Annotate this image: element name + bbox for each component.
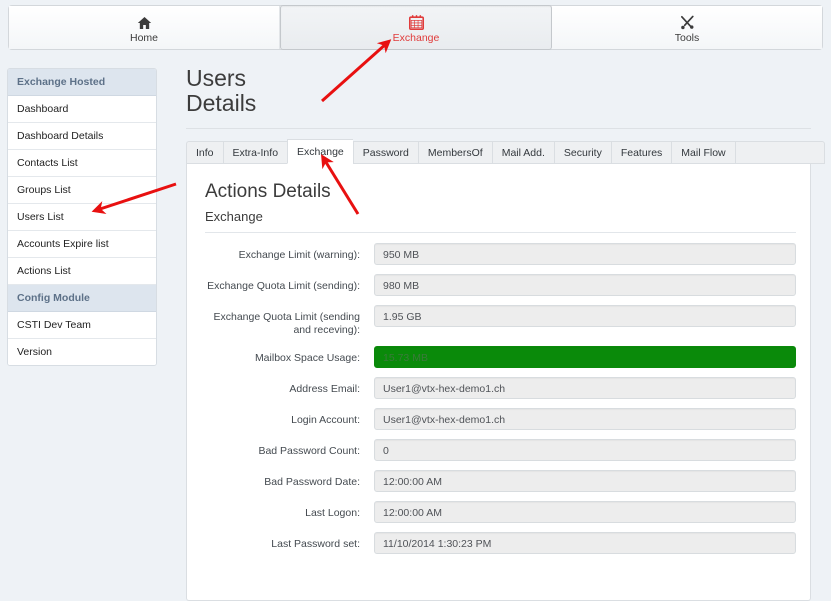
field-last-logon[interactable]: 12:00:00 AM — [374, 501, 796, 523]
field-address-email[interactable]: User1@vtx-hex-demo1.ch — [374, 377, 796, 399]
tab-info[interactable]: Info — [186, 141, 223, 164]
sidebar-item-dashboard[interactable]: Dashboard — [8, 96, 156, 123]
form-row-address-email: Address Email: User1@vtx-hex-demo1.ch — [187, 377, 810, 399]
tab-bar: Info Extra-Info Exchange Password Member… — [186, 139, 825, 164]
topnav-label-home: Home — [129, 31, 158, 44]
tab-mail-flow[interactable]: Mail Flow — [671, 141, 735, 164]
label-exchange-limit-warning: Exchange Limit (warning): — [238, 249, 360, 261]
label-mailbox-space-usage: Mailbox Space Usage: — [254, 352, 360, 364]
sidebar-item-contacts-list[interactable]: Contacts List — [8, 150, 156, 177]
sidebar-group-header-config-module: Config Module — [8, 285, 156, 312]
tab-password[interactable]: Password — [352, 141, 418, 164]
sidebar-item-actions-list[interactable]: Actions List — [8, 258, 156, 285]
title-divider — [186, 128, 811, 129]
sidebar-group-header-exchange-hosted: Exchange Hosted — [8, 69, 156, 96]
sidebar-item-groups-list[interactable]: Groups List — [8, 177, 156, 204]
topnav-label-exchange: Exchange — [392, 31, 440, 44]
form-row-exchange-limit-warning: Exchange Limit (warning): 950 MB — [187, 243, 810, 265]
section-subheading: Exchange — [205, 209, 263, 224]
field-exchange-quota-sending-receiving[interactable]: 1.95 GB — [374, 305, 796, 327]
topnav-label-tools: Tools — [674, 31, 700, 44]
sidebar-item-version[interactable]: Version — [8, 339, 156, 365]
sidebar-item-users-list[interactable]: Users List — [8, 204, 156, 231]
section-heading: Actions Details — [205, 181, 331, 202]
tab-security[interactable]: Security — [553, 141, 611, 164]
topnav-item-exchange[interactable]: Exchange — [280, 5, 552, 50]
tab-bar-filler — [734, 141, 825, 164]
form-row-mailbox-space-usage: Mailbox Space Usage: 15.73 MB — [187, 346, 810, 368]
form-row-exchange-quota-sending-receiving: Exchange Quota Limit (sending and recevi… — [187, 305, 810, 337]
top-navigation: Home Exchange Tools — [8, 5, 823, 50]
field-exchange-quota-sending[interactable]: 980 MB — [374, 274, 796, 296]
label-bad-password-count: Bad Password Count: — [258, 445, 360, 457]
page-title-line1: Users — [186, 65, 247, 91]
tab-mail-add[interactable]: Mail Add. — [491, 141, 554, 164]
topnav-item-tools[interactable]: Tools — [552, 6, 822, 49]
calendar-icon — [408, 12, 425, 31]
tab-exchange[interactable]: Exchange — [287, 139, 353, 164]
field-last-password-set[interactable]: 11/10/2014 1:30:23 PM — [374, 532, 796, 554]
label-address-email: Address Email: — [289, 383, 360, 395]
exchange-details-form: Exchange Limit (warning): 950 MB Exchang… — [187, 233, 810, 554]
main-content: Users Details Info Extra-Info Exchange P… — [170, 56, 825, 601]
label-last-password-set: Last Password set: — [271, 538, 360, 550]
label-exchange-quota-sending-receiving: Exchange Quota Limit (sending and recevi… — [213, 311, 360, 336]
tab-extra-info[interactable]: Extra-Info — [222, 141, 288, 164]
label-exchange-quota-sending: Exchange Quota Limit (sending): — [207, 280, 360, 292]
page-title-line2: Details — [186, 90, 257, 116]
topnav-item-home[interactable]: Home — [9, 6, 280, 49]
form-row-bad-password-count: Bad Password Count: 0 — [187, 439, 810, 461]
mailbox-space-usage-progressbar: 15.73 MB — [374, 346, 796, 368]
sidebar-item-accounts-expire-list[interactable]: Accounts Expire list — [8, 231, 156, 258]
home-icon — [136, 12, 153, 31]
tab-features[interactable]: Features — [610, 141, 672, 164]
tab-panel-exchange: Actions Details Exchange Exchange Limit … — [186, 164, 811, 601]
field-login-account[interactable]: User1@vtx-hex-demo1.ch — [374, 408, 796, 430]
form-row-exchange-quota-sending: Exchange Quota Limit (sending): 980 MB — [187, 274, 810, 296]
sidebar-item-csti-dev-team[interactable]: CSTI Dev Team — [8, 312, 156, 339]
label-bad-password-date: Bad Password Date: — [264, 476, 360, 488]
form-row-login-account: Login Account: User1@vtx-hex-demo1.ch — [187, 408, 810, 430]
sidebar-item-dashboard-details[interactable]: Dashboard Details — [8, 123, 156, 150]
form-row-last-logon: Last Logon: 12:00:00 AM — [187, 501, 810, 523]
field-exchange-limit-warning[interactable]: 950 MB — [374, 243, 796, 265]
label-login-account: Login Account: — [291, 414, 360, 426]
label-last-logon: Last Logon: — [305, 507, 360, 519]
sidebar: Exchange Hosted Dashboard Dashboard Deta… — [7, 68, 157, 366]
field-bad-password-count[interactable]: 0 — [374, 439, 796, 461]
form-row-last-password-set: Last Password set: 11/10/2014 1:30:23 PM — [187, 532, 810, 554]
form-row-bad-password-date: Bad Password Date: 12:00:00 AM — [187, 470, 810, 492]
tools-icon — [679, 12, 696, 31]
field-bad-password-date[interactable]: 12:00:00 AM — [374, 470, 796, 492]
page-title: Users Details — [170, 56, 825, 116]
tab-membersof[interactable]: MembersOf — [417, 141, 492, 164]
